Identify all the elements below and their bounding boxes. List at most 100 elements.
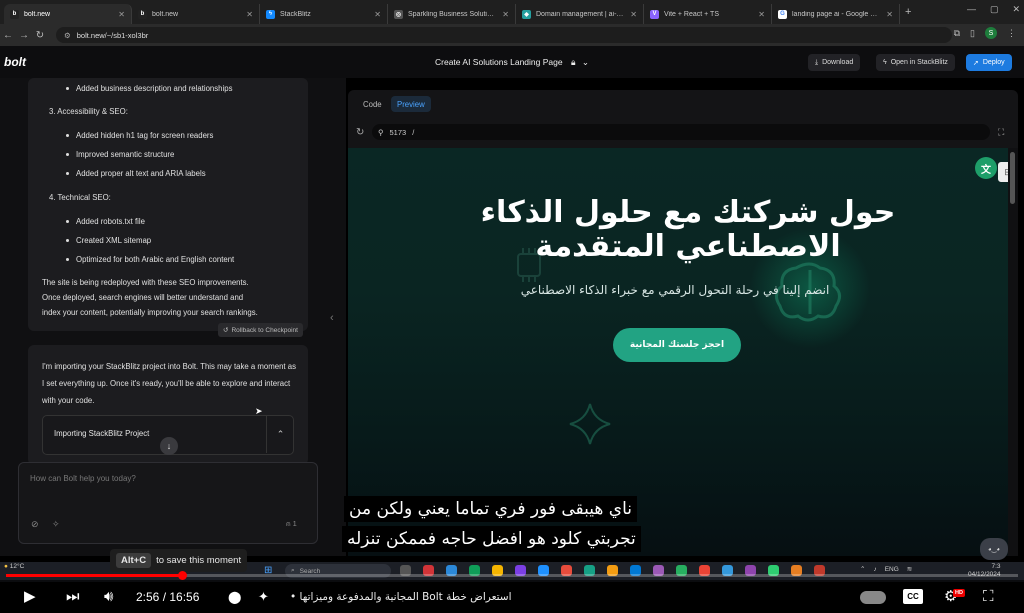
browser-tab[interactable]: ◆ Domain management | ai-sparkl ✕ xyxy=(516,4,644,24)
address-bar[interactable]: ⚙ bolt.new/~/sb1-xol3br xyxy=(56,27,952,43)
back-icon[interactable]: ← xyxy=(0,30,16,41)
volume-icon[interactable]: 🔊︎ xyxy=(104,588,113,606)
mouse-cursor-icon: ➤ xyxy=(255,406,263,416)
time-display: 2:56 / 16:56 xyxy=(136,590,200,604)
rollback-label: Rollback to Checkpoint xyxy=(231,326,298,334)
download-label: Download xyxy=(822,59,854,66)
profile-avatar[interactable]: S xyxy=(985,27,997,39)
rocket-icon: ➚ xyxy=(973,59,979,67)
system-tray: ⌃ ♪ ENG ≋ xyxy=(860,565,912,574)
chapter-title[interactable]: استعراض خطة Bolt المجانية والمدفوعة وميز… xyxy=(290,591,512,603)
project-title[interactable]: Create AI Solutions Landing Page 🔒︎ ⌄ xyxy=(0,57,1024,68)
close-tab-icon[interactable]: ✕ xyxy=(630,10,637,19)
extensions-icon[interactable]: ⧉ xyxy=(954,28,960,39)
window-controls: — ▢ ✕ xyxy=(967,4,1020,15)
vite-icon: V xyxy=(650,9,659,19)
mic-icon[interactable]: ♪ xyxy=(873,566,876,573)
close-tab-icon[interactable]: ✕ xyxy=(246,10,253,19)
minimize-icon[interactable]: — xyxy=(967,4,976,15)
scroll-down-button[interactable]: ↓ xyxy=(160,437,178,455)
tab-preview[interactable]: Preview xyxy=(391,96,431,112)
browser-tab[interactable]: ϟ StackBlitz ✕ xyxy=(260,4,388,24)
autoplay-toggle[interactable] xyxy=(860,591,886,604)
deploy-button[interactable]: ➚ Deploy xyxy=(966,54,1012,71)
rollback-button[interactable]: ↺ Rollback to Checkpoint xyxy=(218,323,303,337)
browser-tab[interactable]: Glanding page ai - Google Search ✕ xyxy=(772,4,900,24)
site-info-icon[interactable]: ⚙ xyxy=(64,31,71,40)
tab-title: Vite + React + TS xyxy=(664,10,719,18)
tab-title: Domain management | ai-sparkl xyxy=(536,10,626,18)
download-icon: ⤓ xyxy=(815,58,819,66)
forward-icon[interactable]: → xyxy=(16,30,32,41)
browser-tab[interactable]: ◎ Sparkling Business Solutions - ✕ xyxy=(388,4,516,24)
close-tab-icon[interactable]: ✕ xyxy=(374,10,381,19)
browser-tab[interactable]: V Vite + React + TS ✕ xyxy=(644,4,772,24)
attach-icon[interactable]: ⊘ xyxy=(31,519,39,530)
close-tab-icon[interactable]: ✕ xyxy=(502,10,509,19)
chevron-down-icon: ⌄ xyxy=(581,57,589,67)
user-icon: ⍝ xyxy=(286,519,291,528)
tab-title: bolt.new xyxy=(152,10,179,18)
token-count: 1 xyxy=(292,519,297,528)
preview-url-bar[interactable]: ⚲ 5173 / xyxy=(372,124,990,140)
import-status-label: Importing StackBlitz Project xyxy=(54,429,150,438)
hero-subtitle: انضم إلينا في رحلة التحول الرقمي مع خبرا… xyxy=(520,283,830,297)
tab-title: StackBlitz xyxy=(280,10,311,18)
captions-icon[interactable]: CC xyxy=(903,589,923,604)
close-tab-icon[interactable]: ✕ xyxy=(886,10,893,19)
open-stackblitz-label: Open in StackBlitz xyxy=(890,59,948,66)
cta-button[interactable]: احجز جلستك المجانية xyxy=(613,328,741,362)
next-icon[interactable]: ⏭ xyxy=(66,588,80,606)
rollback-icon: ↺ xyxy=(223,327,229,334)
sidebar-icon[interactable]: ▯ xyxy=(970,28,975,39)
channel-mascot-icon: ◕‿◕ xyxy=(980,538,1008,560)
list-item: Created XML sitemap xyxy=(65,236,152,245)
download-button[interactable]: ⤓ Download xyxy=(808,54,861,71)
play-icon[interactable]: ▶ xyxy=(24,588,36,606)
maximize-icon[interactable]: ▢ xyxy=(990,4,999,15)
browser-tab[interactable]: b bolt.new ✕ xyxy=(132,4,260,24)
close-icon[interactable]: ✕ xyxy=(1012,4,1020,15)
list-item: Added proper alt text and ARIA labels xyxy=(66,169,206,178)
close-tab-icon[interactable]: ✕ xyxy=(758,10,765,19)
new-tab-button[interactable]: + xyxy=(905,6,911,18)
toolbar-icons: ⧉ ▯ S ⋮ xyxy=(954,27,1016,39)
message-text: The site is being redeployed with these … xyxy=(42,278,249,287)
save-moment-tooltip: Alt+C to save this moment xyxy=(110,549,248,572)
fullscreen-icon[interactable]: ⛶ xyxy=(998,127,1004,138)
menu-icon[interactable]: ⋮ xyxy=(1007,28,1016,39)
preview-reload-icon[interactable]: ↻ xyxy=(356,127,364,138)
preview-scrollbar[interactable] xyxy=(1008,148,1018,556)
wifi-icon[interactable]: ≋ xyxy=(907,565,912,573)
globe-icon: ◎ xyxy=(394,9,403,19)
language-indicator[interactable]: ENG xyxy=(885,566,899,573)
location-pin-icon[interactable]: ⬤ xyxy=(228,588,241,606)
weather-temp: 12°C xyxy=(9,563,25,570)
arrow-down-icon: ↓ xyxy=(166,441,172,451)
close-tab-icon[interactable]: ✕ xyxy=(118,10,125,19)
progress-scrubber[interactable] xyxy=(178,571,187,580)
browser-tab[interactable]: b bolt.new ✕ xyxy=(4,4,132,24)
preview-path: / xyxy=(412,127,415,137)
fullscreen-player-icon[interactable]: ⛶ xyxy=(983,588,994,606)
tab-title: landing page ai - Google Search xyxy=(792,10,881,18)
enhance-prompt-icon[interactable]: ✧ xyxy=(52,519,60,530)
list-item: Added robots.txt file xyxy=(66,217,145,226)
scrollbar-thumb[interactable] xyxy=(1010,152,1015,204)
progress-fill xyxy=(6,574,182,577)
weather-widget[interactable]: ● 12°C xyxy=(4,563,24,571)
sparkle-ai-icon[interactable]: ✦ xyxy=(258,588,269,606)
collapse-chevron-icon[interactable]: ‹ xyxy=(330,312,334,324)
port-icon: ⚲ xyxy=(378,127,384,137)
chevron-up-icon[interactable]: ⌃ xyxy=(266,415,294,453)
project-title-text: Create AI Solutions Landing Page xyxy=(435,57,563,67)
tab-code[interactable]: Code xyxy=(356,96,389,112)
sparkle-icon xyxy=(569,403,611,445)
tab-title: bolt.new xyxy=(24,10,51,18)
section-heading: 3. Accessibility & SEO: xyxy=(49,107,128,116)
reload-icon[interactable]: ↻ xyxy=(32,30,48,41)
open-stackblitz-button[interactable]: ϟ Open in StackBlitz xyxy=(876,54,955,71)
bolt-icon: b xyxy=(138,9,147,19)
translate-icon[interactable]: 文 xyxy=(975,157,997,179)
tray-chevron-icon[interactable]: ⌃ xyxy=(860,565,865,573)
